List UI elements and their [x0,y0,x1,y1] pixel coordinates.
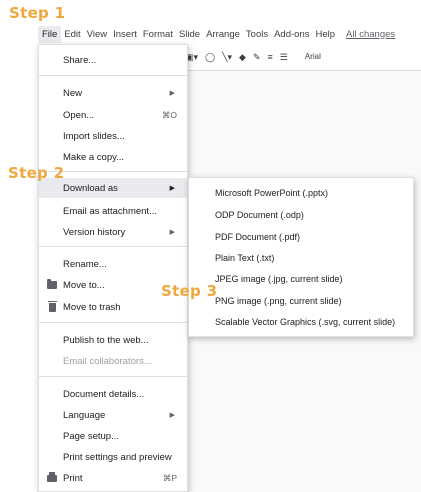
menu-tools[interactable]: Tools [243,29,271,40]
menu-slide[interactable]: Slide [176,29,203,40]
font-selector[interactable]: Arial [305,53,321,61]
menu-item-import-slides[interactable]: Import slides... [39,126,187,146]
shortcut-label: ⌘O [161,109,177,120]
shortcut-label: ⌘P [162,472,177,483]
folder-icon [46,279,58,290]
fill-color-icon[interactable]: ◆ [239,52,246,62]
border-weight-icon[interactable]: ≡ [268,52,273,62]
download-as-submenu: Microsoft PowerPoint (.pptx) ODP Documen… [188,177,414,337]
menu-divider [39,75,187,76]
menu-format[interactable]: Format [140,29,176,40]
download-option-pptx[interactable]: Microsoft PowerPoint (.pptx) [215,186,328,200]
trash-icon [46,300,58,312]
printer-icon [46,471,58,483]
download-option-svg[interactable]: Scalable Vector Graphics (.svg, current … [215,315,395,329]
download-option-jpg[interactable]: JPEG image (.jpg, current slide) [215,272,343,286]
submenu-arrow-icon: ▶ [169,412,175,419]
menu-item-new[interactable]: New ▶ [39,83,187,103]
download-option-odp[interactable]: ODP Document (.odp) [215,208,304,222]
all-changes-link[interactable]: All changes [346,29,395,40]
menu-item-email-attachment[interactable]: Email as attachment... [39,201,187,221]
line-icon[interactable]: ╲▾ [222,52,232,62]
download-option-txt[interactable]: Plain Text (.txt) [215,251,274,265]
menu-item-email-collaborators: Email collaborators... [63,355,152,367]
menu-item-share[interactable]: Share... [39,50,187,70]
submenu-arrow-icon: ▶ [169,229,175,236]
menu-item-print-settings[interactable]: Print settings and preview [39,447,187,467]
menu-item-page-setup[interactable]: Page setup... [39,426,187,446]
menu-item-rename[interactable]: Rename... [39,254,187,274]
submenu-arrow-icon: ▶ [169,185,175,192]
step-3-annotation: Step 3 [161,282,218,300]
menu-add-ons[interactable]: Add-ons [271,29,312,40]
submenu-arrow-icon: ▶ [169,90,175,97]
menu-view[interactable]: View [84,29,110,40]
step-1-annotation: Step 1 [9,4,66,22]
menu-file[interactable]: File [38,25,62,43]
file-menu: Share... New ▶ Open... ⌘O Import slides.… [38,44,188,492]
menu-divider [39,246,187,247]
toolbar: ▣▾ ◯ ╲▾ ◆ ✎ ≡ ☰ Arial [185,48,421,66]
download-option-png[interactable]: PNG image (.png, current slide) [215,294,342,308]
menu-divider [39,376,187,377]
menu-item-version-history[interactable]: Version history ▶ [39,222,187,242]
menu-arrange[interactable]: Arrange [203,29,243,40]
menu-item-open[interactable]: Open... ⌘O [39,105,187,125]
menu-item-document-details[interactable]: Document details... [39,384,187,404]
menu-insert[interactable]: Insert [110,29,140,40]
menu-item-language[interactable]: Language ▶ [39,405,187,425]
menu-divider [39,322,187,323]
step-2-annotation: Step 2 [8,164,65,182]
border-dash-icon[interactable]: ☰ [280,52,288,62]
menu-bar: File Edit View Insert Format Slide Arran… [0,24,421,44]
menu-edit[interactable]: Edit [61,29,83,40]
menu-item-move-to-trash[interactable]: Move to trash [39,297,187,317]
menu-help[interactable]: Help [312,29,338,40]
download-option-pdf[interactable]: PDF Document (.pdf) [215,230,300,244]
shape-icon[interactable]: ◯ [205,52,215,62]
menu-item-publish[interactable]: Publish to the web... [39,330,187,350]
menu-item-print[interactable]: Print ⌘P [39,468,187,488]
pen-icon[interactable]: ✎ [253,52,261,62]
